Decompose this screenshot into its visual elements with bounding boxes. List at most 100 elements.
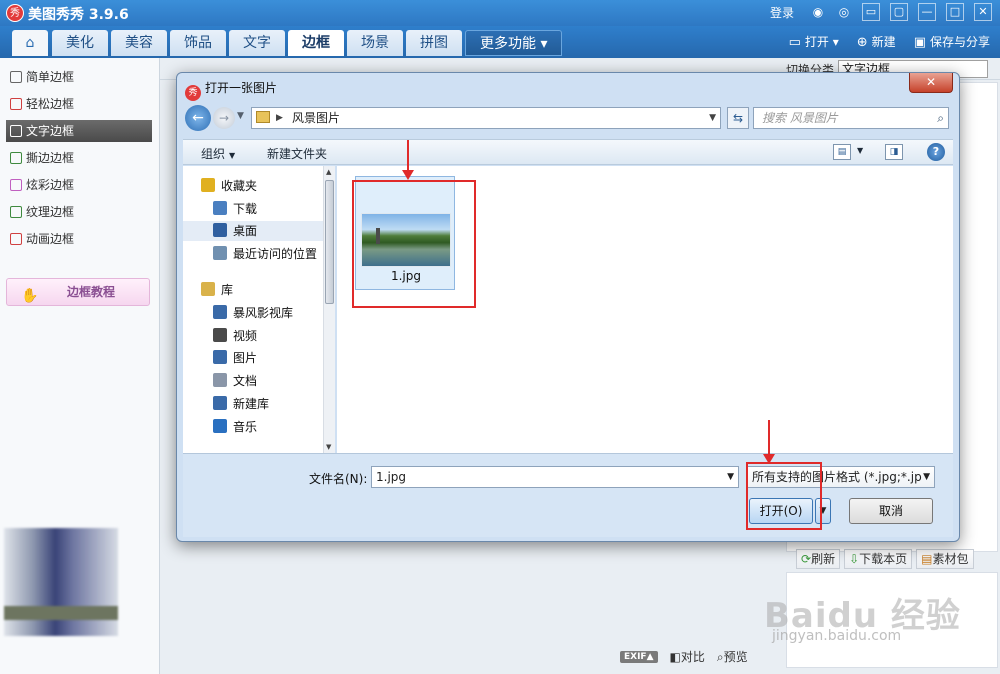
app-close-button[interactable]: ✕: [974, 3, 992, 21]
arrow-right-icon: →: [218, 111, 230, 125]
filename-value: 1.jpg: [376, 470, 407, 484]
refresh-address-button[interactable]: ⇆: [727, 107, 749, 129]
tab-frame[interactable]: 边框: [288, 30, 344, 56]
chevron-down-icon[interactable]: ▼: [727, 467, 734, 487]
navigation-pane: 收藏夹 下载 桌面 最近访问的位置 库 暴风影视库 视频 图片 文档 新建库 音…: [183, 166, 335, 453]
view-mode-button[interactable]: ▤: [833, 144, 851, 160]
sidebar-item-animated-frame[interactable]: 动画边框: [6, 228, 152, 250]
home-tab[interactable]: ⌂: [12, 30, 48, 56]
sidebar-item-torn-frame[interactable]: 撕边边框: [6, 147, 152, 169]
material-pack-button[interactable]: ▤素材包: [916, 549, 974, 569]
address-bar[interactable]: ▶ 风景图片 ▼: [251, 107, 721, 129]
qq-icon[interactable]: ◉: [810, 4, 826, 20]
scrollbar-thumb[interactable]: [325, 180, 334, 304]
tab-text[interactable]: 文字: [229, 30, 285, 56]
nav-item-documents[interactable]: 文档: [213, 371, 257, 391]
blurred-thumbnail: [4, 528, 118, 636]
chevron-down-icon: ▼: [229, 151, 236, 160]
filename-label: 文件名(N):: [309, 472, 368, 486]
sidebar-item-colorful-frame[interactable]: 炫彩边框: [6, 174, 152, 196]
download-page-button[interactable]: ⇩下载本页: [844, 549, 913, 569]
nav-item-label: 图片: [233, 351, 258, 365]
address-dropdown[interactable]: ▼: [709, 108, 716, 128]
nav-item-downloads[interactable]: 下载: [213, 199, 257, 219]
sidebar-item-simple-frame[interactable]: 简单边框: [6, 66, 152, 88]
refresh-button[interactable]: ⟳刷新: [796, 549, 841, 569]
cancel-button[interactable]: 取消: [849, 498, 933, 524]
nav-item-libraries[interactable]: 库: [201, 280, 233, 300]
frame-tutorial-button[interactable]: ✋ 边框教程: [6, 278, 150, 306]
forward-button[interactable]: →: [213, 107, 235, 129]
sidebar-item-texture-frame[interactable]: 纹理边框: [6, 201, 152, 223]
new-folder-button[interactable]: 新建文件夹: [267, 145, 327, 162]
help-button[interactable]: ?: [927, 143, 945, 161]
tab-collage[interactable]: 拼图: [406, 30, 462, 56]
weibo-icon[interactable]: ◎: [836, 4, 852, 20]
search-input[interactable]: 搜索 风景图片 ⌕: [753, 107, 949, 129]
minimize-button[interactable]: —: [918, 3, 936, 21]
nav-item-favorites[interactable]: 收藏夹: [201, 176, 257, 196]
breadcrumb-arrow-icon: ▶: [276, 113, 283, 123]
sidebar-item-easy-frame[interactable]: 轻松边框: [6, 93, 152, 115]
material-pack-label: 素材包: [932, 552, 969, 566]
nav-item-label: 视频: [233, 329, 258, 343]
address-row: ← → ▼ ▶ 风景图片 ▼ ⇆ 搜索 风景图片 ⌕: [185, 105, 951, 133]
message-button[interactable]: ▢: [890, 3, 908, 21]
plus-icon: ⊕: [856, 35, 868, 50]
search-placeholder: 搜索 风景图片: [762, 111, 838, 125]
tutorial-label: 边框教程: [67, 285, 116, 299]
video-icon: [213, 328, 227, 342]
nav-item-music[interactable]: 音乐: [213, 417, 257, 437]
exif-button[interactable]: EXIF▲: [620, 650, 658, 663]
tab-accessories[interactable]: 饰品: [170, 30, 226, 56]
login-link[interactable]: 登录: [770, 4, 794, 21]
filename-input[interactable]: 1.jpg ▼: [371, 466, 739, 488]
music-icon: [213, 419, 227, 433]
save-share-label: 保存与分享: [929, 35, 990, 49]
dialog-close-button[interactable]: ✕: [909, 73, 953, 93]
scroll-up-icon[interactable]: ▲: [326, 168, 331, 176]
app-titlebar: 秀 美图秀秀 3.9.6 登录 ◉ ◎ ▭ ▢ — □ ✕: [0, 0, 1000, 26]
maximize-button[interactable]: □: [946, 3, 964, 21]
document-icon: [213, 373, 227, 387]
history-dropdown[interactable]: ▼: [237, 111, 244, 121]
skin-button[interactable]: ▭: [862, 3, 880, 21]
nav-item-label: 音乐: [233, 420, 258, 434]
folder-icon: [256, 111, 270, 123]
app-title: 美图秀秀 3.9.6: [28, 7, 129, 23]
new-button[interactable]: ⊕ 新建: [857, 33, 896, 50]
nav-item-pictures[interactable]: 图片: [213, 348, 257, 368]
frame-icon: [10, 206, 22, 218]
sidebar-item-label: 撕边边框: [26, 151, 75, 165]
open-menu[interactable]: ▭ 打开 ▾: [789, 33, 839, 50]
nav-item-new-library[interactable]: 新建库: [213, 394, 269, 414]
tab-beautify[interactable]: 美化: [52, 30, 108, 56]
annotation-highlight-open: [746, 462, 822, 530]
back-button[interactable]: ←: [185, 105, 211, 131]
annotation-highlight-file: [352, 180, 476, 308]
hand-icon: ✋: [21, 288, 39, 304]
compare-button[interactable]: ◧对比: [670, 648, 705, 665]
open-menu-label: 打开: [804, 35, 829, 49]
tab-beauty[interactable]: 美容: [111, 30, 167, 56]
nav-item-label: 文档: [233, 374, 258, 388]
tab-scene[interactable]: 场景: [347, 30, 403, 56]
sidebar-item-text-frame[interactable]: 文字边框: [6, 120, 152, 142]
download-page-label: 下载本页: [859, 552, 908, 566]
nav-item-desktop[interactable]: 桌面: [183, 221, 329, 241]
preview-button[interactable]: ⌕预览: [717, 648, 748, 665]
preview-pane-button[interactable]: ◨: [885, 144, 903, 160]
scroll-down-icon[interactable]: ▼: [326, 443, 331, 451]
search-icon[interactable]: ⌕: [937, 108, 944, 128]
nav-scrollbar[interactable]: ▲ ▼: [323, 166, 335, 453]
view-mode-dropdown[interactable]: ▼: [857, 146, 863, 155]
tab-more-features[interactable]: 更多功能 ▾: [465, 30, 563, 56]
nav-item-recent-places[interactable]: 最近访问的位置: [213, 244, 317, 264]
save-share-button[interactable]: ▣ 保存与分享: [914, 33, 990, 50]
nav-item-videos[interactable]: 视频: [213, 326, 257, 346]
nav-item-baofeng-library[interactable]: 暴风影视库: [213, 303, 293, 323]
command-bar: 组织 ▼ 新建文件夹 ▤ ▼ ◨ ?: [183, 139, 953, 165]
nav-item-label: 收藏夹: [221, 179, 258, 193]
magnifier-icon: ⌕: [716, 650, 724, 664]
organize-menu[interactable]: 组织 ▼: [201, 145, 235, 162]
